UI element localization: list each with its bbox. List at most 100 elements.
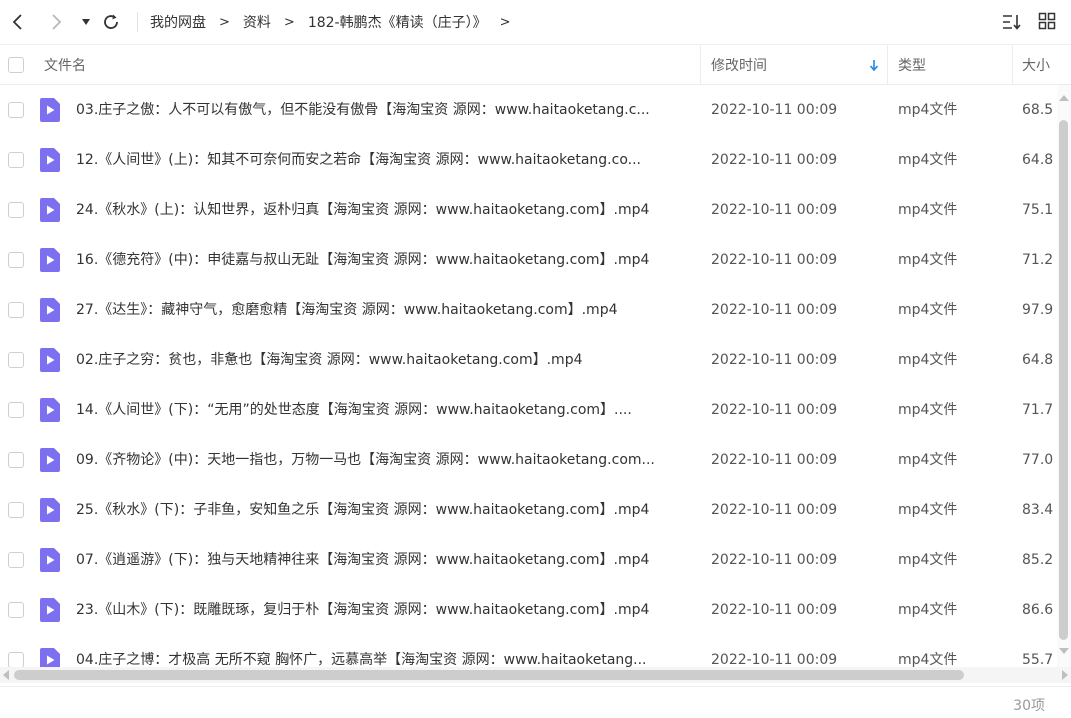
file-size: 71.7 <box>1022 402 1054 418</box>
forward-button[interactable] <box>44 10 68 34</box>
view-toggle-button[interactable] <box>1038 12 1058 32</box>
file-name[interactable]: 23.《山木》(下)：既雕既琢，复归于朴【海淘宝资 源网：www.haitaok… <box>76 585 688 635</box>
vertical-scrollbar-thumb[interactable] <box>1059 120 1068 640</box>
file-row[interactable]: 14.《人间世》(下)：“无用”的处世态度【海淘宝资 源网：www.haitao… <box>0 385 1057 435</box>
file-size: 64.8 <box>1022 152 1054 168</box>
file-modified-time: 2022-10-11 00:09 <box>711 602 838 618</box>
file-row[interactable]: 03.庄子之傲：人不可以有傲气，但不能没有傲骨【海淘宝资 源网：www.hait… <box>0 85 1057 135</box>
video-file-icon <box>40 348 60 372</box>
file-name[interactable]: 12.《人间世》(上)：知其不可奈何而安之若命【海淘宝资 源网：www.hait… <box>76 135 688 185</box>
file-type: mp4文件 <box>898 652 958 667</box>
file-name[interactable]: 25.《秋水》(下)：子非鱼，安知鱼之乐【海淘宝资 源网：www.haitaok… <box>76 485 688 535</box>
file-row[interactable]: 27.《达生》：藏神守气，愈磨愈精【海淘宝资 源网：www.haitaoketa… <box>0 285 1057 335</box>
row-checkbox[interactable] <box>8 502 24 518</box>
breadcrumb-item-folder[interactable]: 资料 <box>243 12 271 32</box>
breadcrumb-separator: > <box>219 14 230 30</box>
item-count: 30项 <box>1013 698 1045 714</box>
sort-indicator[interactable] <box>869 45 879 85</box>
breadcrumb-item-root[interactable]: 我的网盘 <box>150 12 206 32</box>
file-modified-time: 2022-10-11 00:09 <box>711 202 838 218</box>
file-row[interactable]: 04.庄子之博：才极高 无所不窥 胸怀广，远慕高举【海淘宝资 源网：www.ha… <box>0 635 1057 667</box>
column-header-size[interactable]: 大小 <box>1022 45 1050 85</box>
video-file-icon <box>40 198 60 222</box>
column-divider[interactable] <box>887 45 888 85</box>
file-modified-time: 2022-10-11 00:09 <box>711 102 838 118</box>
row-checkbox[interactable] <box>8 152 24 168</box>
sort-list-icon <box>1003 15 1021 30</box>
file-size: 55.7 <box>1022 652 1054 667</box>
file-row[interactable]: 12.《人间世》(上)：知其不可奈何而安之若命【海淘宝资 源网：www.hait… <box>0 135 1057 185</box>
file-name[interactable]: 03.庄子之傲：人不可以有傲气，但不能没有傲骨【海淘宝资 源网：www.hait… <box>76 85 688 135</box>
file-size: 83.4 <box>1022 502 1054 518</box>
scroll-up-arrow-icon[interactable] <box>1059 95 1069 101</box>
file-modified-time: 2022-10-11 00:09 <box>711 552 838 568</box>
caret-down-icon <box>82 19 90 25</box>
file-row[interactable]: 07.《逍遥游》(下)：独与天地精神往来【海淘宝资 源网：www.haitaok… <box>0 535 1057 585</box>
select-all-checkbox[interactable] <box>8 57 24 73</box>
toolbar-divider <box>137 12 138 32</box>
scroll-down-arrow-icon[interactable] <box>1059 648 1069 654</box>
video-file-icon <box>40 648 60 667</box>
file-row[interactable]: 09.《齐物论》(中)：天地一指也，万物一马也【海淘宝资 源网：www.hait… <box>0 435 1057 485</box>
column-divider[interactable] <box>1012 45 1013 85</box>
back-button[interactable] <box>6 10 30 34</box>
file-name[interactable]: 07.《逍遥游》(下)：独与天地精神往来【海淘宝资 源网：www.haitaok… <box>76 535 688 585</box>
row-checkbox[interactable] <box>8 402 24 418</box>
refresh-button[interactable] <box>99 10 123 34</box>
file-type: mp4文件 <box>898 102 958 118</box>
scroll-right-arrow-icon[interactable] <box>1062 670 1068 680</box>
file-modified-time: 2022-10-11 00:09 <box>711 402 838 418</box>
file-size: 77.0 <box>1022 452 1054 468</box>
row-checkbox[interactable] <box>8 302 24 318</box>
video-file-icon <box>40 98 60 122</box>
breadcrumb-separator: > <box>283 14 295 30</box>
file-row[interactable]: 02.庄子之穷：贫也，非惫也【海淘宝资 源网：www.haitaoketang.… <box>0 335 1057 385</box>
sort-button[interactable] <box>1002 12 1022 32</box>
column-header-name[interactable]: 文件名 <box>44 45 86 85</box>
row-checkbox[interactable] <box>8 652 24 667</box>
select-all[interactable] <box>8 45 24 85</box>
row-checkbox[interactable] <box>8 452 24 468</box>
arrow-down-icon <box>869 60 879 71</box>
row-checkbox[interactable] <box>8 552 24 568</box>
breadcrumb-item-current[interactable]: 182-韩鹏杰《精读（庄子）》 <box>308 12 487 32</box>
file-row[interactable]: 23.《山木》(下)：既雕既琢，复归于朴【海淘宝资 源网：www.haitaok… <box>0 585 1057 635</box>
column-header-modified[interactable]: 修改时间 <box>711 45 767 85</box>
video-file-icon <box>40 398 60 422</box>
file-type: mp4文件 <box>898 252 958 268</box>
video-file-icon <box>40 598 60 622</box>
file-name[interactable]: 27.《达生》：藏神守气，愈磨愈精【海淘宝资 源网：www.haitaoketa… <box>76 285 688 335</box>
breadcrumb-expand[interactable]: > <box>500 15 511 30</box>
file-name[interactable]: 02.庄子之穷：贫也，非惫也【海淘宝资 源网：www.haitaoketang.… <box>76 335 688 385</box>
chevron-right-icon <box>52 14 62 30</box>
row-checkbox[interactable] <box>8 102 24 118</box>
file-size: 64.8 <box>1022 352 1054 368</box>
horizontal-scrollbar-thumb[interactable] <box>14 670 964 680</box>
column-divider[interactable] <box>700 45 701 85</box>
file-name[interactable]: 24.《秋水》(上)：认知世界，返朴归真【海淘宝资 源网：www.haitaok… <box>76 185 688 235</box>
column-header-type[interactable]: 类型 <box>898 45 926 85</box>
file-name[interactable]: 04.庄子之博：才极高 无所不窥 胸怀广，远慕高举【海淘宝资 源网：www.ha… <box>76 635 688 667</box>
file-modified-time: 2022-10-11 00:09 <box>711 252 838 268</box>
file-row[interactable]: 25.《秋水》(下)：子非鱼，安知鱼之乐【海淘宝资 源网：www.haitaok… <box>0 485 1057 535</box>
file-row[interactable]: 24.《秋水》(上)：认知世界，返朴归真【海淘宝资 源网：www.haitaok… <box>0 185 1057 235</box>
file-list-header: 文件名 修改时间 类型 大小 <box>0 44 1071 85</box>
row-checkbox[interactable] <box>8 252 24 268</box>
file-size: 86.6 <box>1022 602 1054 618</box>
file-modified-time: 2022-10-11 00:09 <box>711 302 838 318</box>
file-name[interactable]: 14.《人间世》(下)：“无用”的处世态度【海淘宝资 源网：www.haitao… <box>76 385 688 435</box>
file-name[interactable]: 16.《德充符》(中)：申徒嘉与叔山无趾【海淘宝资 源网：www.haitaok… <box>76 235 688 285</box>
file-type: mp4文件 <box>898 402 958 418</box>
file-modified-time: 2022-10-11 00:09 <box>711 502 838 518</box>
row-checkbox[interactable] <box>8 202 24 218</box>
file-modified-time: 2022-10-11 00:09 <box>711 652 838 667</box>
file-name[interactable]: 09.《齐物论》(中)：天地一指也，万物一马也【海淘宝资 源网：www.hait… <box>76 435 688 485</box>
row-checkbox[interactable] <box>8 352 24 368</box>
file-type: mp4文件 <box>898 452 958 468</box>
row-checkbox[interactable] <box>8 602 24 618</box>
scroll-left-arrow-icon[interactable] <box>3 670 9 680</box>
file-type: mp4文件 <box>898 602 958 618</box>
history-dropdown[interactable] <box>74 10 98 34</box>
file-row[interactable]: 16.《德充符》(中)：申徒嘉与叔山无趾【海淘宝资 源网：www.haitaok… <box>0 235 1057 285</box>
file-type: mp4文件 <box>898 302 958 318</box>
